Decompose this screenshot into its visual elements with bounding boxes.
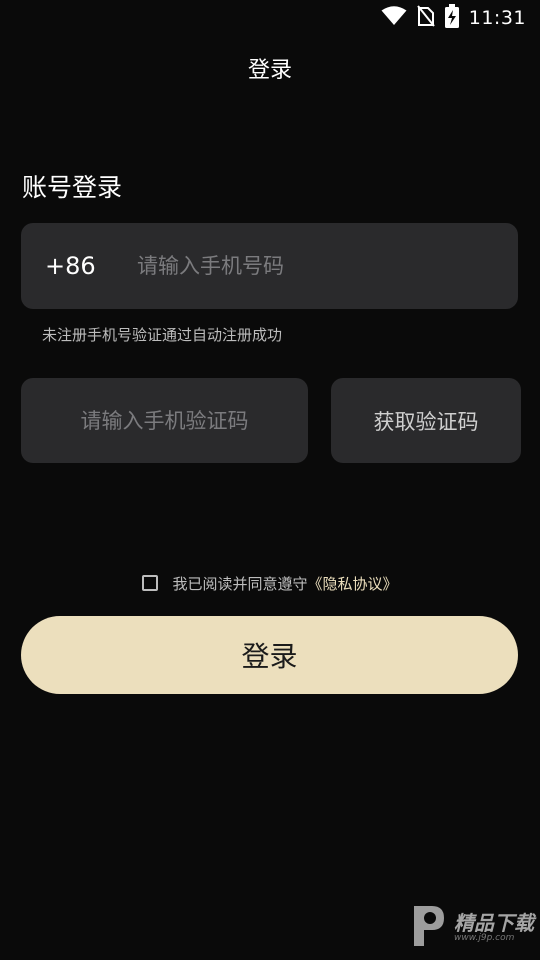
no-sim-icon — [416, 5, 435, 31]
code-input[interactable] — [32, 389, 297, 452]
register-hint: 未注册手机号验证通过自动注册成功 — [42, 326, 283, 344]
battery-charging-icon — [444, 4, 459, 32]
wifi-icon — [381, 6, 407, 30]
get-code-button[interactable]: 获取验证码 — [331, 378, 521, 463]
phone-field[interactable]: +86 — [21, 223, 518, 309]
status-icons: 11:31 — [381, 4, 526, 32]
page-title: 登录 — [247, 58, 292, 83]
status-bar: 11:31 — [0, 0, 540, 36]
watermark-brand: 精品下载 — [454, 911, 534, 935]
watermark-logo-icon — [408, 902, 448, 954]
country-code[interactable]: +86 — [45, 252, 115, 280]
watermark-url: www.j9p.com — [454, 933, 515, 943]
section-heading: 账号登录 — [22, 173, 123, 202]
phone-input[interactable] — [135, 235, 518, 297]
watermark: 精品下载 www.j9p.com — [408, 902, 534, 954]
login-button[interactable]: 登录 — [21, 616, 518, 694]
agreement-text: 我已阅读并同意遵守 — [172, 574, 308, 593]
privacy-link[interactable]: 《隐私协议》 — [308, 573, 398, 594]
status-time: 11:31 — [468, 7, 526, 29]
agreement-row: 我已阅读并同意遵守 《隐私协议》 — [0, 568, 540, 598]
code-field[interactable] — [21, 378, 308, 463]
agreement-checkbox[interactable] — [142, 575, 159, 591]
